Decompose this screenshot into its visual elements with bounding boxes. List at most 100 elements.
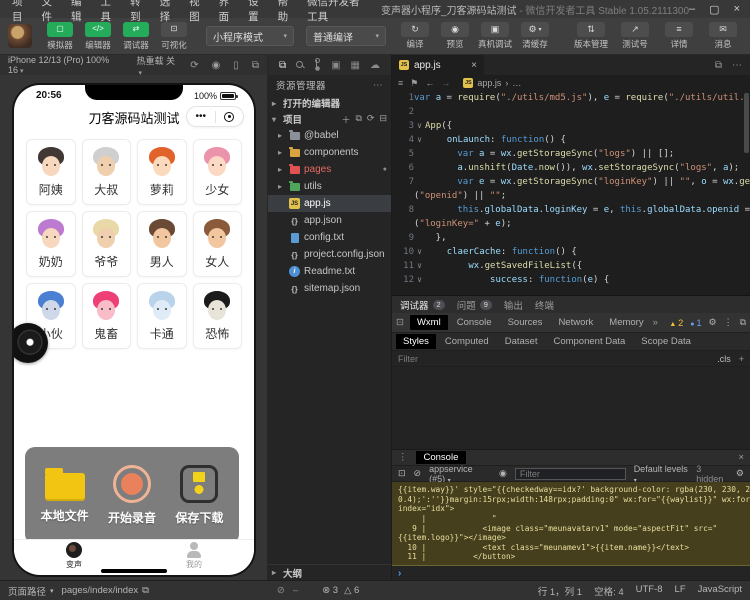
forward-arrow-icon[interactable]: → [441, 78, 450, 88]
toolbar-action-button[interactable]: ◉ 预览 [436, 22, 474, 50]
kebab-menu-icon[interactable]: ⋮ [724, 317, 733, 328]
mode-button[interactable]: ⊡ 可视化 [156, 21, 192, 51]
voice-option-card[interactable]: 大叔 [81, 139, 131, 205]
voice-option-card[interactable]: 萝莉 [137, 139, 187, 205]
page-path-select[interactable]: 页面路径 ▾ [8, 584, 54, 598]
page-path-value[interactable]: pages/index/index ⧉ [62, 585, 149, 596]
console-sidebar-icon[interactable]: ⊡ [398, 468, 406, 479]
device-bar-icon[interactable]: ◉ [212, 60, 221, 71]
action-button[interactable]: 保存下载 [175, 465, 223, 526]
bookmark-icon[interactable]: ⚑ [410, 78, 418, 89]
mode-select[interactable]: 小程序模式 ▾ [206, 26, 294, 46]
console-settings-icon[interactable]: ⚙ [736, 468, 744, 479]
project-action-icon[interactable]: ⟳ [367, 113, 375, 126]
voice-option-card[interactable]: 恐怖 [192, 283, 242, 349]
floating-record-button[interactable] [14, 323, 48, 363]
tree-item[interactable]: app.js [268, 195, 391, 212]
maximize-button[interactable]: ▢ [709, 3, 719, 16]
voice-option-card[interactable]: 爷爷 [81, 211, 131, 277]
voice-option-card[interactable]: 少女 [192, 139, 242, 205]
project-action-icon[interactable]: ⧉ [355, 113, 361, 126]
clear-console-icon[interactable]: ⊘ [414, 468, 422, 479]
menu-item[interactable]: 转到 [124, 0, 153, 24]
editor-more-icon[interactable]: ⋯ [732, 60, 742, 71]
voice-option-card[interactable]: 鬼畜 [81, 283, 131, 349]
warning-count[interactable]: 2 [669, 318, 683, 328]
voice-option-card[interactable]: 奶奶 [26, 211, 76, 277]
mode-button[interactable]: </> 编辑器 [80, 21, 116, 51]
devtools-tab[interactable]: Wxml [409, 315, 448, 330]
tree-item[interactable]: ▸ utils [268, 178, 391, 195]
debugger-tab[interactable]: 终端 [535, 298, 554, 312]
info-count[interactable]: 1 [690, 318, 701, 328]
list-icon[interactable]: ≡ [398, 78, 403, 88]
drawer-kebab-icon[interactable]: ⋮ [398, 452, 408, 463]
styles-subtab[interactable]: Styles [396, 334, 436, 349]
phone-tab[interactable]: 我的 [134, 540, 254, 571]
menu-item[interactable]: 设置 [242, 0, 271, 24]
menu-item[interactable]: 视图 [183, 0, 212, 24]
close-button[interactable]: × [734, 3, 740, 16]
menu-item[interactable]: 工具 [95, 0, 124, 24]
device-bar-icon[interactable]: ▯ [233, 60, 239, 71]
package-icon[interactable]: ▣ [331, 60, 340, 71]
voice-option-card[interactable]: 阿姨 [26, 139, 76, 205]
project-action-icon[interactable]: ＋ [341, 113, 350, 126]
open-editors-section[interactable]: ▸ 打开的编辑器 [268, 95, 391, 111]
toolbar-right-button[interactable]: ↗ 测试号 [616, 22, 654, 50]
git-icon[interactable] [313, 57, 321, 72]
copy-icon[interactable]: ⧉ [142, 585, 149, 596]
project-action-icon[interactable]: ⊟ [379, 113, 387, 126]
tree-item[interactable]: ▸ components [268, 144, 391, 161]
user-avatar[interactable] [8, 24, 32, 48]
toolbar-action-button[interactable]: ⚙ ▾ 清缓存 [516, 22, 554, 50]
console-context-select[interactable]: appservice (#5) ▾ [429, 464, 491, 484]
more-menu-button[interactable]: ••• [187, 111, 215, 122]
tree-item[interactable]: project.config.json [268, 246, 391, 263]
device-select[interactable]: iPhone 12/13 (Pro) 100% 16 ▾ [8, 55, 126, 75]
menu-item[interactable]: 选择 [154, 0, 183, 24]
menu-item[interactable]: 微信开发者工具 [301, 0, 371, 24]
console-filter-input[interactable]: Filter [514, 467, 626, 480]
compile-mode-select[interactable]: 普通编译 ▾ [306, 26, 386, 46]
fold-icon[interactable]: ∨ [414, 259, 425, 273]
outline-section[interactable]: ▸ 大纲 [268, 564, 391, 580]
tab-close-icon[interactable]: × [471, 60, 477, 71]
back-arrow-icon[interactable]: ← [425, 78, 434, 88]
menu-item[interactable]: 界面 [213, 0, 242, 24]
phone-tab[interactable]: 变声 [14, 540, 134, 571]
live-expression-icon[interactable]: ◉ [499, 468, 507, 479]
grid-icon[interactable]: ▦ [351, 60, 360, 71]
tree-item[interactable]: Readme.txt [268, 263, 391, 280]
editor-tab-appjs[interactable]: app.js × [392, 55, 484, 75]
minimize-button[interactable]: – [689, 3, 695, 16]
menu-item[interactable]: 项目 [6, 0, 35, 24]
tree-item[interactable]: ▸ pages ● [268, 161, 391, 178]
mode-button[interactable]: ⇄ 调试器 [118, 21, 154, 51]
styles-subtab[interactable]: Computed [438, 334, 496, 349]
toolbar-action-button[interactable]: ▣ 真机调试 [476, 22, 514, 50]
devtools-tab[interactable]: Console [450, 315, 499, 330]
search-icon[interactable] [296, 60, 304, 71]
cloud-icon[interactable]: ☁ [370, 60, 380, 71]
tree-item[interactable]: config.txt [268, 229, 391, 246]
toolbar-right-button[interactable]: ✉ 消息 [704, 22, 742, 50]
indentation[interactable]: 空格: 4 [594, 584, 624, 598]
dock-icon[interactable]: ⧉ [740, 317, 746, 328]
device-bar-icon[interactable]: ⟳ [190, 60, 198, 71]
fold-icon[interactable]: ∨ [414, 273, 425, 287]
tree-item[interactable]: sitemap.json [268, 280, 391, 297]
devtools-tab[interactable]: Memory [602, 315, 650, 330]
menu-item[interactable]: 编辑 [65, 0, 94, 24]
devtools-tab[interactable]: Network [551, 315, 600, 330]
project-section[interactable]: ▾ 项目 ＋ ⧉ ⟳ ⊟ [268, 111, 391, 127]
devtools-settings-icon[interactable]: ⚙ [708, 317, 716, 328]
voice-option-card[interactable]: 卡通 [137, 283, 187, 349]
menu-item[interactable]: 帮助 [272, 0, 301, 24]
action-button[interactable]: 本地文件 [41, 467, 89, 524]
more-tabs-icon[interactable]: » [653, 317, 658, 328]
styles-filter-input[interactable]: Filter [398, 354, 418, 364]
status-circle-icon[interactable]: ⊘ [277, 585, 285, 596]
split-editor-icon[interactable]: ⧉ [715, 60, 722, 71]
files-icon[interactable]: ⧉ [279, 60, 286, 71]
